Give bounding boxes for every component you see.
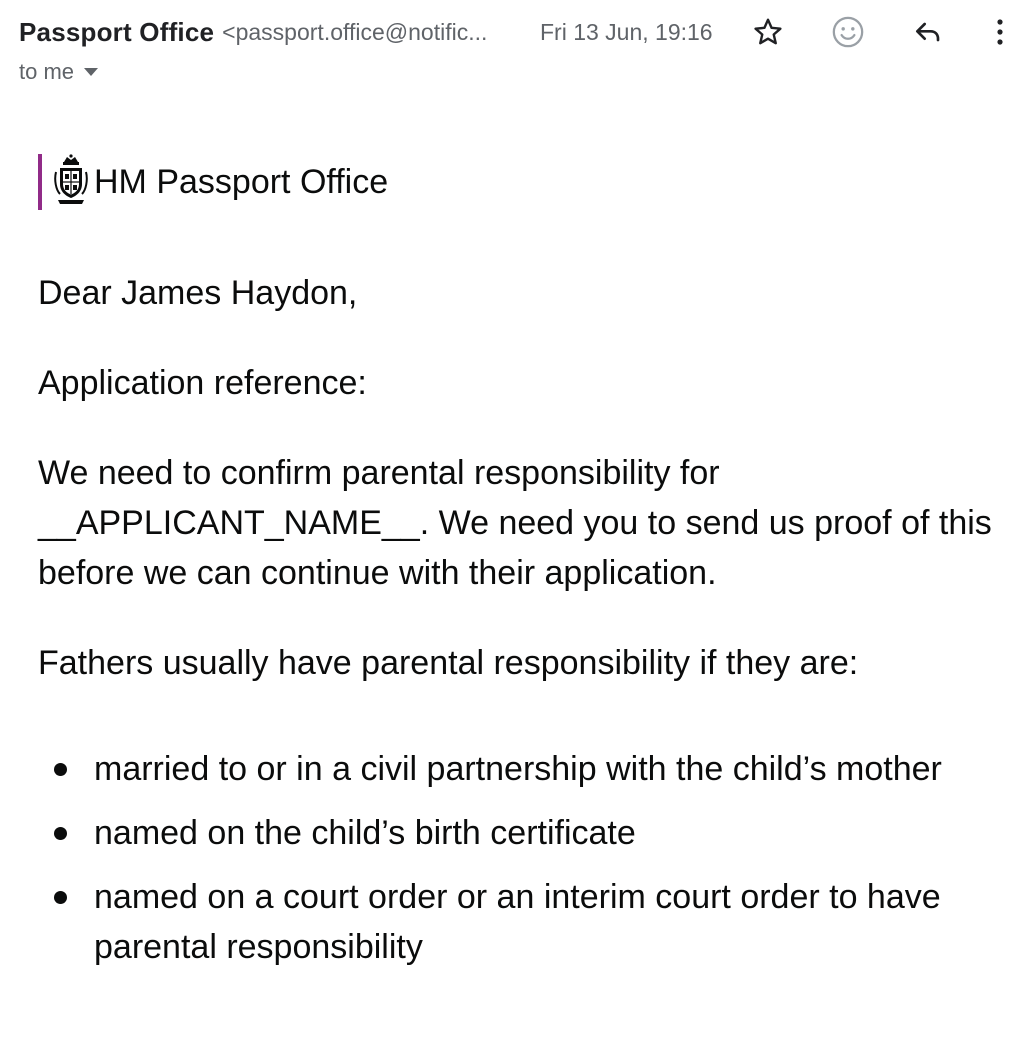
more-vertical-icon[interactable]: [988, 12, 1012, 52]
brand-name: HM Passport Office: [94, 162, 389, 201]
bullet-icon: [54, 763, 67, 776]
email-header: Passport Office <passport.office@notific…: [0, 0, 1018, 100]
list-item: named on a court order or an interim cou…: [38, 872, 1003, 972]
sender-email[interactable]: <passport.office@notific...: [222, 19, 487, 46]
royal-crest-icon: [54, 153, 88, 211]
emoji-icon[interactable]: [828, 12, 868, 52]
recipient-label: to me: [19, 59, 75, 84]
star-icon[interactable]: [748, 12, 788, 52]
sender-name[interactable]: Passport Office: [19, 17, 214, 48]
application-reference: Application reference:: [38, 364, 367, 402]
list-item-text: married to or in a civil partnership wit…: [94, 750, 942, 788]
parental-responsibility-paragraph: We need to confirm parental responsibili…: [38, 454, 992, 592]
bullet-icon: [54, 891, 67, 904]
bullet-icon: [54, 827, 67, 840]
email-date: Fri 13 Jun, 19:16: [540, 19, 713, 45]
brand-banner: HM Passport Office: [38, 153, 389, 211]
conditions-list: married to or in a civil partnership wit…: [38, 744, 1003, 972]
reply-icon[interactable]: [908, 12, 948, 52]
email-body: Dear James Haydon, Application reference…: [38, 268, 1003, 986]
list-item: named on the child’s birth certificate: [38, 808, 1003, 858]
chevron-down-icon: [84, 68, 99, 76]
sender-line: Passport Office <passport.office@notific…: [19, 14, 487, 50]
list-item-text: named on the child’s birth certificate: [94, 814, 636, 852]
greeting: Dear James Haydon,: [38, 274, 358, 312]
recipient-toggle[interactable]: to me: [19, 56, 99, 88]
list-item-text: named on a court order or an interim cou…: [94, 878, 941, 966]
list-intro: Fathers usually have parental responsibi…: [38, 644, 859, 682]
list-item: married to or in a civil partnership wit…: [38, 744, 1003, 794]
